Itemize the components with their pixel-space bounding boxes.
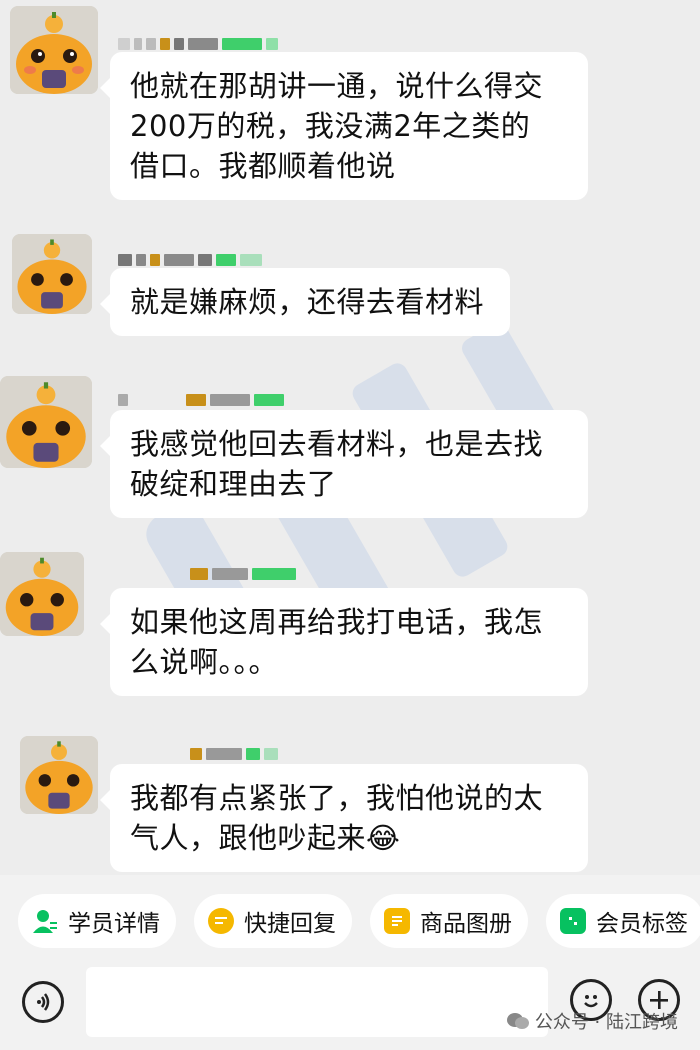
sender-name-blurred: [190, 566, 296, 580]
message-bubble[interactable]: 他就在那胡讲一通，说什么得交 200万的税，我没满2年之类的 借口。我都顺着他说: [100, 52, 588, 200]
quick-action-product-album[interactable]: 商品图册: [370, 894, 528, 948]
quick-action-bar: 学员详情 快捷回复 商品图册 会员标签: [0, 875, 700, 967]
wechat-watermark: 公众号 · 陆江跨境: [506, 1008, 678, 1034]
sender-name-blurred: [190, 746, 278, 760]
avatar[interactable]: [20, 736, 98, 814]
chat-bubble-icon: [208, 908, 234, 934]
voice-button[interactable]: [22, 981, 64, 1023]
avatar[interactable]: [10, 6, 98, 94]
sender-name-blurred: [118, 252, 262, 266]
tag-icon: [560, 908, 586, 934]
user-profile-icon: [32, 908, 58, 934]
message-bubble[interactable]: 就是嫌麻烦，还得去看材料: [100, 268, 510, 336]
message-text: 气人，跟他吵起来😂: [130, 821, 401, 855]
message-bubble[interactable]: 我都有点紧张了，我怕他说的太 气人，跟他吵起来😂: [100, 764, 588, 872]
watermark-text: 公众号 · 陆江跨境: [534, 1012, 678, 1033]
avatar[interactable]: [12, 234, 92, 314]
quick-action-quick-reply[interactable]: 快捷回复: [194, 894, 352, 948]
message-bubble[interactable]: 如果他这周再给我打电话，我怎 么说啊。。。: [100, 588, 588, 696]
wechat-logo-icon: [506, 1013, 529, 1029]
message-text: 就是嫌麻烦，还得去看材料: [130, 285, 485, 319]
message-text: 如果他这周再给我打电话，我怎: [130, 605, 544, 639]
mascot-avatar-icon: [10, 6, 98, 94]
avatar[interactable]: [0, 376, 92, 468]
message-text: 他就在那胡讲一通，说什么得交: [130, 69, 544, 103]
message-bubble[interactable]: 我感觉他回去看材料，也是去找 破绽和理由去了: [100, 410, 588, 518]
voice-icon: [37, 993, 50, 1011]
message-text: 200万的税，我没满2年之类的: [130, 109, 531, 143]
input-bar: 公众号 · 陆江跨境: [0, 967, 700, 1050]
message-text: 么说啊。。。: [130, 645, 279, 679]
mascot-avatar-icon: [0, 552, 84, 636]
quick-action-label: 会员标签: [596, 911, 688, 937]
quick-action-student-details[interactable]: 学员详情: [18, 894, 176, 948]
message-text: 我感觉他回去看材料，也是去找: [130, 427, 544, 461]
quick-action-label: 商品图册: [420, 911, 512, 937]
message-input[interactable]: [86, 967, 548, 1037]
message-text: 借口。我都顺着他说: [130, 149, 396, 183]
message-text: 破绽和理由去了: [130, 467, 337, 501]
document-icon: [384, 908, 410, 934]
sender-name-blurred: [118, 392, 284, 406]
quick-action-member-tags[interactable]: 会员标签: [546, 894, 700, 948]
message-text: 我都有点紧张了，我怕他说的太: [130, 781, 544, 815]
mascot-avatar-icon: [20, 736, 98, 814]
quick-action-label: 快捷回复: [244, 911, 336, 937]
mascot-avatar-icon: [0, 376, 92, 468]
sender-name-blurred: [118, 36, 278, 50]
chat-area[interactable]: 他就在那胡讲一通，说什么得交 200万的税，我没满2年之类的 借口。我都顺着他说…: [0, 0, 700, 875]
quick-action-label: 学员详情: [68, 911, 160, 937]
avatar[interactable]: [0, 552, 84, 636]
mascot-avatar-icon: [12, 234, 92, 314]
